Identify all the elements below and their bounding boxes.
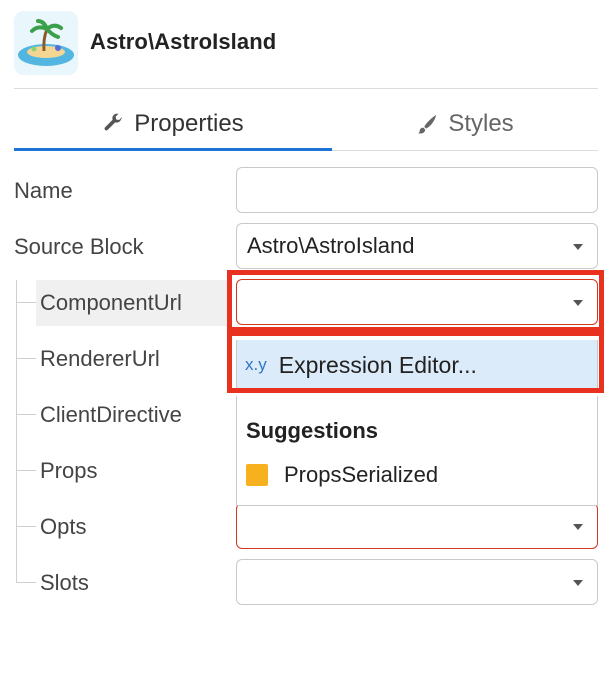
suggestions-heading: Suggestions [246, 418, 379, 443]
tree-branch [16, 470, 36, 471]
source-block-select[interactable]: Astro\AstroIsland [236, 223, 598, 269]
tree-branch [16, 414, 36, 415]
tree-branch [16, 526, 36, 527]
tree-branch [16, 302, 36, 303]
tab-styles-label: Styles [448, 110, 514, 137]
tree-guide [16, 280, 17, 582]
active-tab-indicator [14, 148, 332, 151]
block-title: Astro\AstroIsland [90, 29, 277, 54]
island-icon [14, 11, 78, 75]
properties-panel: Astro\AstroIsland Properties Styles Name… [0, 0, 612, 696]
opts-label: Opts [40, 514, 87, 539]
panel-header: Astro\AstroIsland [0, 0, 612, 88]
tree-branch [16, 582, 36, 583]
suggestions-list: Suggestions PropsSerialized [236, 396, 598, 506]
wrench-icon [102, 113, 124, 135]
name-input[interactable] [236, 167, 598, 213]
variable-icon [246, 464, 268, 486]
suggestion-label: PropsSerialized [284, 462, 439, 487]
props-label: Props [40, 458, 98, 483]
renderer-url-label: RendererUrl [40, 346, 160, 371]
brush-icon [416, 113, 438, 135]
tree-branch [16, 358, 36, 359]
client-directive-label: ClientDirective [40, 402, 182, 427]
tab-properties[interactable]: Properties [14, 96, 332, 152]
opts-select[interactable] [236, 503, 598, 549]
highlight-box-component-url [227, 270, 604, 332]
slots-label: Slots [40, 570, 89, 595]
tab-properties-label: Properties [134, 110, 244, 137]
header-divider [14, 88, 598, 89]
component-url-label: ComponentUrl [40, 290, 182, 315]
source-block-label: Source Block [14, 234, 144, 259]
slots-select[interactable] [236, 559, 598, 605]
highlight-box-expression-editor [227, 331, 604, 393]
suggestion-props-serialized[interactable]: PropsSerialized [246, 462, 438, 488]
tab-styles[interactable]: Styles [332, 96, 598, 152]
name-label: Name [14, 178, 73, 203]
